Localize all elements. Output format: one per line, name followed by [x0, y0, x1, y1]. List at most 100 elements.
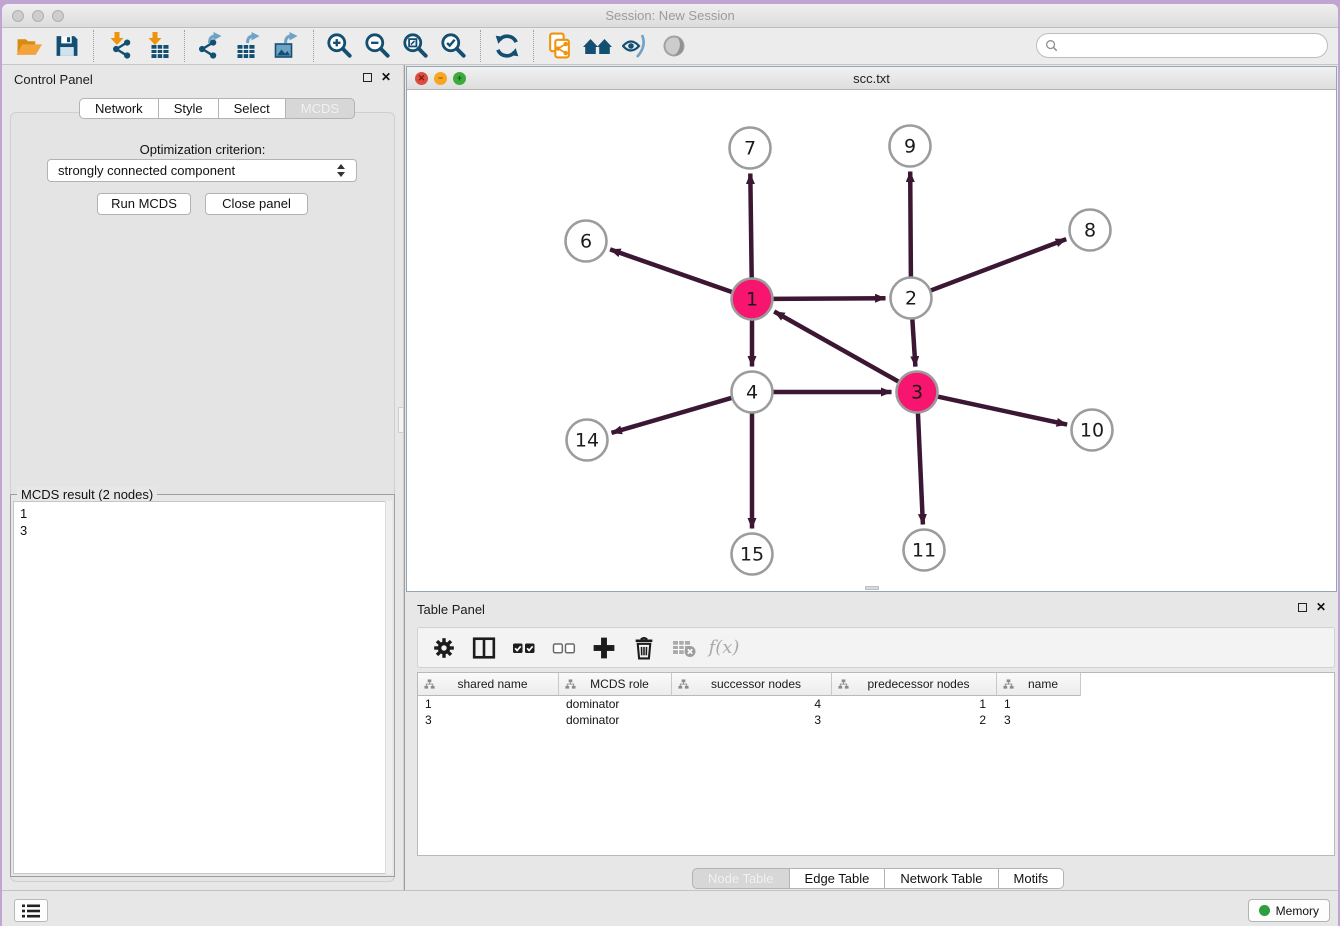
toolbar-separator — [480, 30, 481, 62]
run-mcds-button[interactable]: Run MCDS — [97, 193, 191, 215]
table-cell: 4 — [672, 696, 832, 712]
column-header-MCDS-role[interactable]: MCDS role — [559, 673, 672, 696]
window-titlebar: Session: New Session — [2, 4, 1338, 28]
column-type-icon — [678, 679, 689, 690]
graph-node-7[interactable]: 7 — [730, 128, 771, 169]
deselect-all-icon[interactable] — [546, 633, 582, 663]
column-header-successor-nodes[interactable]: successor nodes — [672, 673, 832, 696]
search-box[interactable] — [1036, 33, 1328, 58]
graph-node-8[interactable]: 8 — [1070, 210, 1111, 251]
table-row[interactable]: 1dominator411 — [418, 696, 1334, 712]
delete-table-icon — [666, 633, 702, 663]
export-image-icon[interactable] — [268, 30, 306, 62]
float-panel-icon[interactable] — [363, 73, 372, 82]
zoom-selected-icon[interactable] — [435, 30, 473, 62]
graph-edge-4-14[interactable] — [612, 398, 733, 433]
clone-network-icon[interactable] — [541, 30, 579, 62]
mcds-result-text[interactable]: 1 3 — [13, 501, 392, 874]
zoom-in-icon[interactable] — [321, 30, 359, 62]
search-input[interactable] — [1058, 38, 1327, 53]
tab-node-table[interactable]: Node Table — [692, 868, 790, 889]
graph-node-10[interactable]: 10 — [1072, 410, 1113, 451]
network-window: ✕ − + scc.txt 1234678910111415 — [406, 66, 1337, 592]
graph-edge-1-6[interactable] — [610, 249, 733, 292]
first-neighbors-icon[interactable] — [579, 30, 617, 62]
refresh-layout-icon[interactable] — [488, 30, 526, 62]
close-panel-button[interactable]: Close panel — [205, 193, 308, 215]
float-table-panel-icon[interactable] — [1298, 603, 1307, 612]
status-bar: Memory — [2, 890, 1338, 926]
search-icon — [1045, 39, 1058, 52]
graph-node-15[interactable]: 15 — [732, 534, 773, 575]
delete-column-icon[interactable] — [626, 633, 662, 663]
tab-mcds[interactable]: MCDS — [285, 98, 355, 119]
main-toolbar — [2, 28, 1338, 65]
save-session-icon[interactable] — [48, 30, 86, 62]
graph-edge-1-2[interactable] — [773, 298, 886, 299]
column-header-name[interactable]: name — [997, 673, 1081, 696]
graph-node-3[interactable]: 3 — [897, 372, 938, 413]
graph-edge-3-11[interactable] — [918, 413, 923, 525]
graph-node-4[interactable]: 4 — [732, 372, 773, 413]
import-table-icon[interactable] — [139, 30, 177, 62]
export-network-icon[interactable] — [192, 30, 230, 62]
svg-text:7: 7 — [744, 138, 756, 160]
table-cell: 3 — [418, 712, 559, 728]
criterion-dropdown[interactable]: strongly connected component — [47, 159, 357, 182]
panel-divider-handle[interactable] — [398, 407, 404, 433]
criterion-value: strongly connected component — [58, 163, 336, 178]
graph-edge-2-3[interactable] — [912, 319, 915, 367]
result-scrollbar[interactable] — [385, 501, 392, 874]
tab-network-table[interactable]: Network Table — [884, 868, 998, 889]
settings-gear-icon[interactable] — [426, 633, 462, 663]
column-header-shared-name[interactable]: shared name — [418, 673, 559, 696]
graph-node-6[interactable]: 6 — [566, 221, 607, 262]
tab-select[interactable]: Select — [218, 98, 286, 119]
memory-button[interactable]: Memory — [1248, 899, 1330, 922]
table-row[interactable]: 3dominator323 — [418, 712, 1334, 728]
zoom-fit-icon[interactable] — [397, 30, 435, 62]
graph-node-2[interactable]: 2 — [891, 278, 932, 319]
table-panel-header: Table Panel ✕ — [405, 595, 1338, 621]
control-panel-header: Control Panel ✕ — [2, 65, 403, 91]
graph-edge-3-10[interactable] — [937, 396, 1067, 424]
tab-style[interactable]: Style — [158, 98, 219, 119]
select-all-icon[interactable] — [506, 633, 542, 663]
network-canvas[interactable]: 1 2 3 4 6 7 8 9 10 11 14 15 — [407, 90, 1336, 591]
column-header-predecessor-nodes[interactable]: predecessor nodes — [832, 673, 997, 696]
tab-edge-table[interactable]: Edge Table — [789, 868, 886, 889]
hide-selected-icon[interactable] — [617, 30, 655, 62]
task-history-button[interactable] — [14, 899, 48, 922]
memory-label: Memory — [1276, 904, 1319, 918]
tab-network[interactable]: Network — [79, 98, 159, 119]
svg-text:15: 15 — [740, 544, 764, 566]
svg-text:6: 6 — [580, 231, 592, 253]
toolbar-separator — [93, 30, 94, 62]
canvas-splitter-handle[interactable] — [865, 586, 879, 590]
graph-node-14[interactable]: 14 — [567, 420, 608, 461]
split-columns-icon[interactable] — [466, 633, 502, 663]
svg-text:9: 9 — [904, 136, 916, 158]
close-table-panel-icon[interactable]: ✕ — [1316, 602, 1326, 612]
show-all-icon — [655, 30, 693, 62]
table-header-row: shared nameMCDS rolesuccessor nodesprede… — [418, 673, 1334, 696]
graph-edge-1-7[interactable] — [750, 174, 751, 279]
tab-motifs[interactable]: Motifs — [998, 868, 1065, 889]
add-column-icon[interactable] — [586, 633, 622, 663]
close-panel-icon[interactable]: ✕ — [381, 72, 391, 82]
zoom-out-icon[interactable] — [359, 30, 397, 62]
graph-node-11[interactable]: 11 — [904, 530, 945, 571]
graph-edge-3-1[interactable] — [774, 312, 899, 382]
control-panel: Control Panel ✕ NetworkStyleSelectMCDS O… — [2, 65, 403, 890]
export-table-icon[interactable] — [230, 30, 268, 62]
import-network-icon[interactable] — [101, 30, 139, 62]
graph-node-9[interactable]: 9 — [890, 126, 931, 167]
open-session-icon[interactable] — [10, 30, 48, 62]
table-cell: 1 — [832, 696, 997, 712]
svg-text:14: 14 — [575, 430, 599, 452]
dropdown-stepper-icon — [336, 163, 346, 178]
graph-edge-2-9[interactable] — [910, 172, 911, 278]
svg-text:8: 8 — [1084, 220, 1096, 242]
graph-edge-2-8[interactable] — [930, 239, 1066, 291]
graph-node-1[interactable]: 1 — [732, 279, 773, 320]
